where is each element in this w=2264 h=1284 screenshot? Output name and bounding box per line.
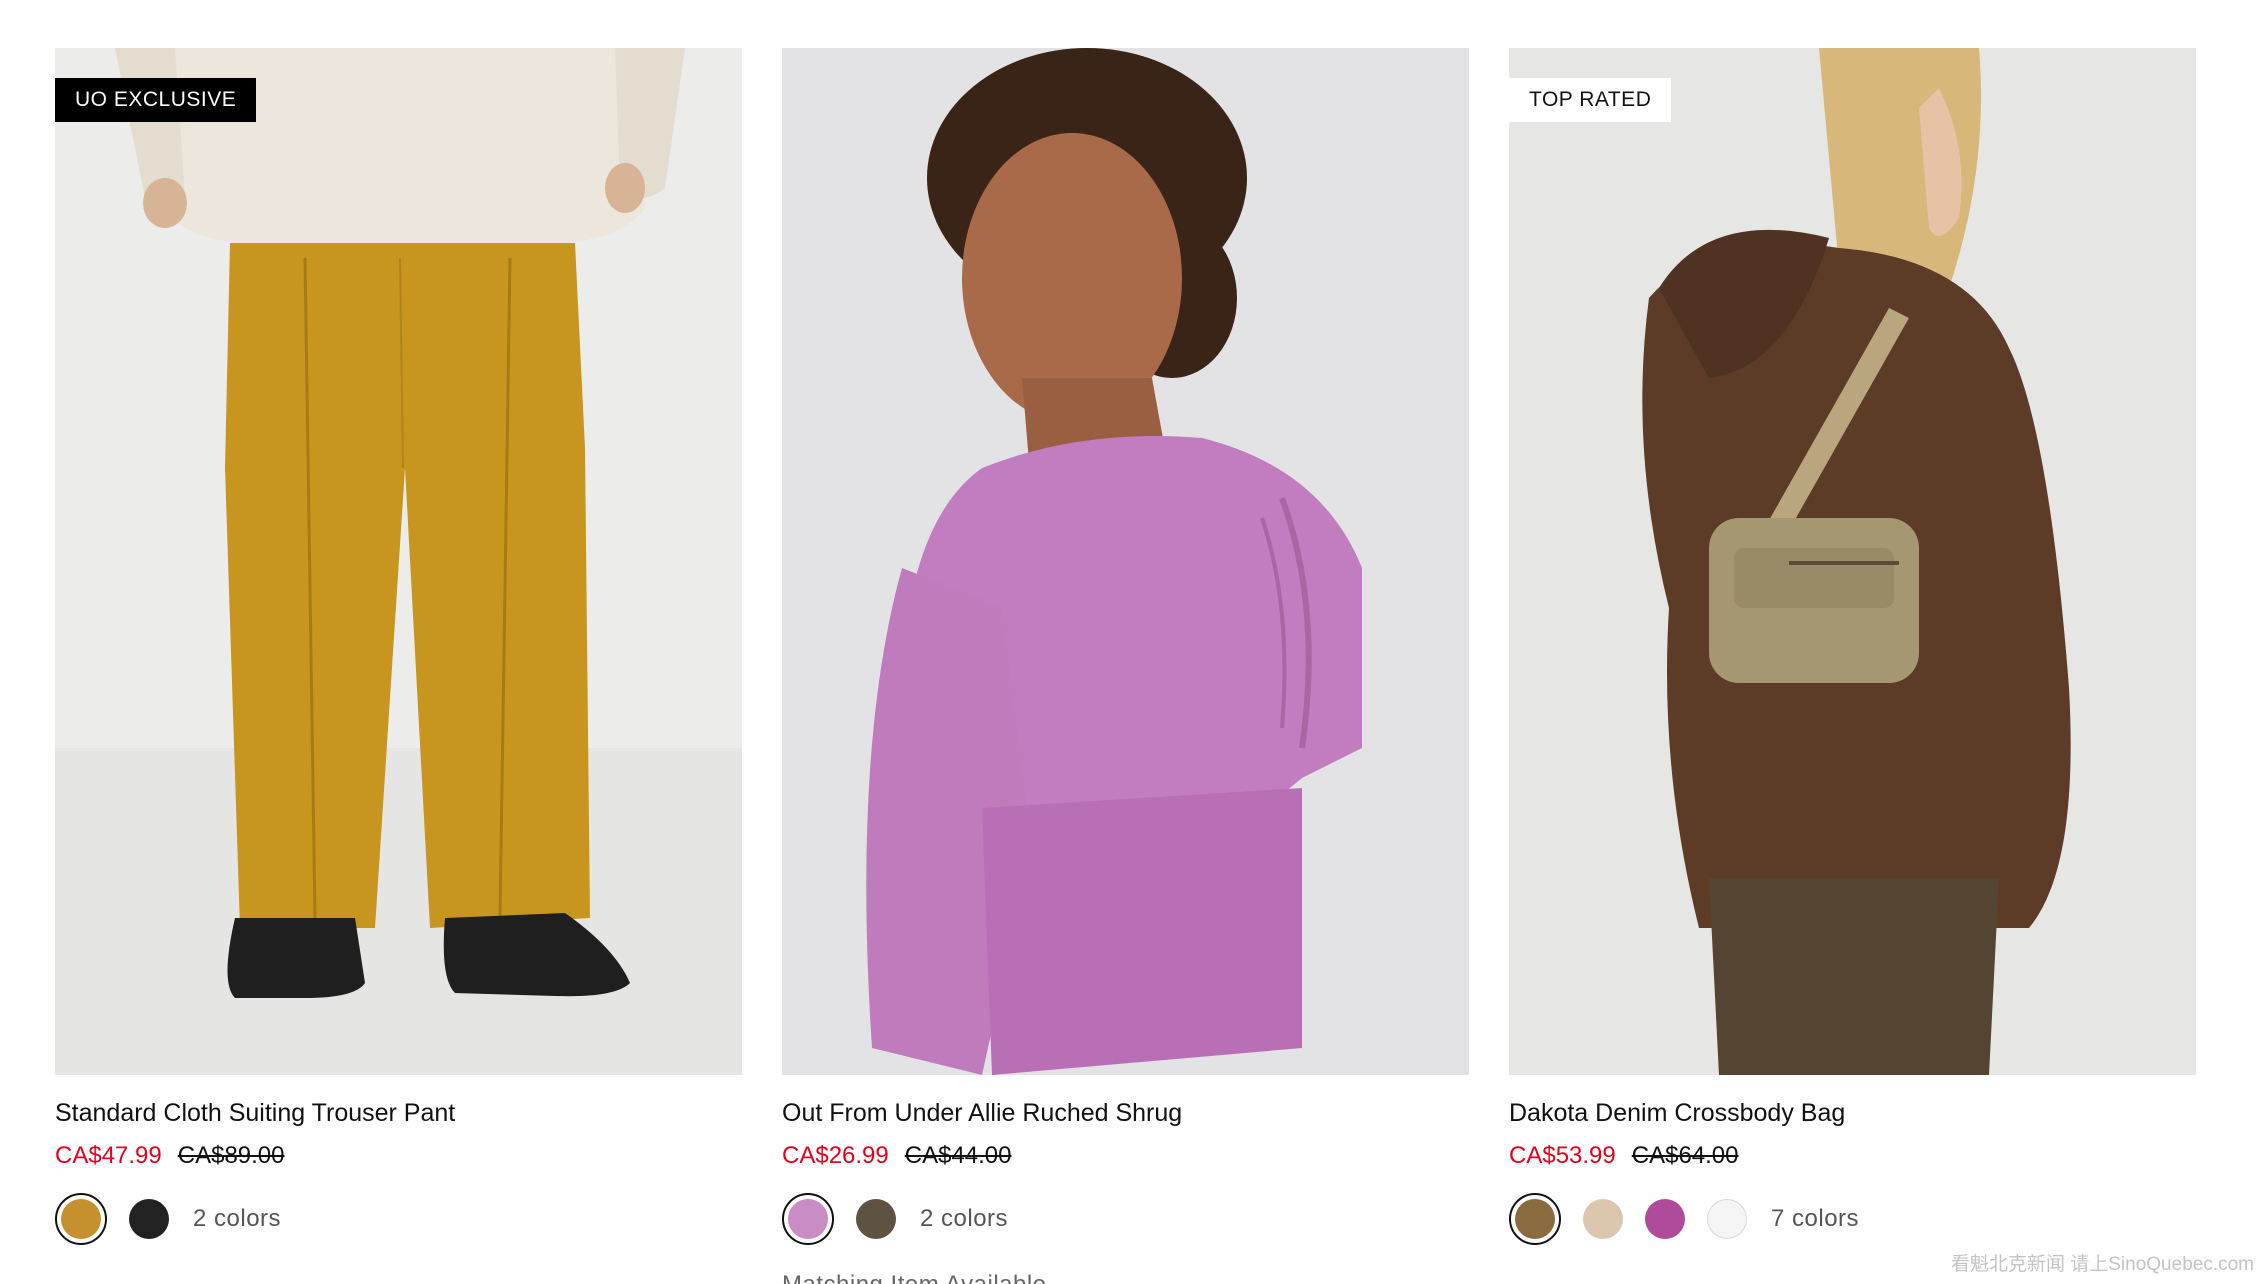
original-price: CA$44.00 — [904, 1141, 1012, 1169]
product-card: UO EXCLUSIVE Standard Cloth Suiting Trou… — [55, 48, 742, 1284]
product-title[interactable]: Out From Under Allie Ruched Shrug — [782, 1097, 1469, 1130]
watermark: 看魁北克新闻 请上SinoQuebec.com — [1950, 1254, 2254, 1275]
product-image-shrug[interactable] — [782, 48, 1469, 1075]
matching-item-note[interactable]: Matching Item Available — [782, 1271, 1469, 1284]
price-row: CA$47.99 CA$89.00 — [55, 1140, 742, 1171]
badge-top-rated: TOP RATED — [1509, 78, 1672, 122]
badge-uo-exclusive: UO EXCLUSIVE — [55, 78, 257, 122]
product-image-bag[interactable]: TOP RATED — [1509, 48, 2196, 1075]
swatch-tan-plaid[interactable] — [1583, 1198, 1623, 1239]
original-price: CA$64.00 — [1631, 1141, 1739, 1169]
swatch-mustard[interactable] — [55, 1192, 107, 1245]
swatch-brown-pattern[interactable] — [1509, 1192, 1561, 1245]
sale-price: CA$53.99 — [1509, 1141, 1616, 1169]
sale-price: CA$26.99 — [782, 1141, 889, 1169]
original-price: CA$89.00 — [177, 1141, 285, 1169]
product-title[interactable]: Dakota Denim Crossbody Bag — [1509, 1097, 2196, 1130]
product-card: Out From Under Allie Ruched Shrug CA$26.… — [782, 48, 1469, 1284]
product-card: TOP RATED Dakota Denim Crossbody Bag CA$… — [1509, 48, 2196, 1284]
swatch-lilac[interactable] — [782, 1192, 834, 1245]
crossbody-bag-photo — [1509, 48, 2196, 1075]
color-swatches: 2 colors — [55, 1192, 742, 1245]
colors-count[interactable]: 7 colors — [1771, 1205, 1859, 1233]
product-image-trouser[interactable]: UO EXCLUSIVE — [55, 48, 742, 1075]
swatch-magenta[interactable] — [1645, 1198, 1685, 1239]
ruched-shrug-photo — [782, 48, 1469, 1075]
trouser-pant-photo — [55, 48, 742, 1075]
swatch-white[interactable] — [1707, 1198, 1747, 1239]
product-grid-page: UO EXCLUSIVE Standard Cloth Suiting Trou… — [0, 0, 2264, 1284]
sale-price: CA$47.99 — [55, 1141, 162, 1169]
colors-count[interactable]: 2 colors — [920, 1205, 1008, 1233]
price-row: CA$53.99 CA$64.00 — [1509, 1140, 2196, 1171]
swatch-black[interactable] — [129, 1198, 169, 1239]
price-row: CA$26.99 CA$44.00 — [782, 1140, 1469, 1171]
color-swatches: 7 colors — [1509, 1192, 2196, 1245]
product-grid: UO EXCLUSIVE Standard Cloth Suiting Trou… — [55, 48, 2196, 1284]
colors-count[interactable]: 2 colors — [193, 1205, 281, 1233]
swatch-brown[interactable] — [856, 1198, 896, 1239]
color-swatches: 2 colors — [782, 1192, 1469, 1245]
product-title[interactable]: Standard Cloth Suiting Trouser Pant — [55, 1097, 742, 1130]
